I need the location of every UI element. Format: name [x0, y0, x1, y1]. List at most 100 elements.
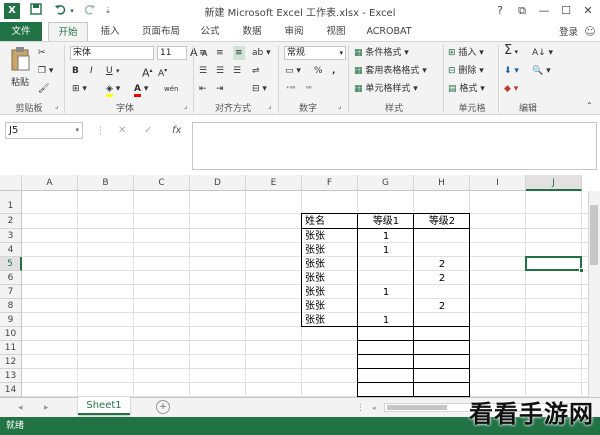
row-header-11[interactable]: 11: [0, 341, 22, 355]
enter-icon[interactable]: ✓: [144, 124, 152, 138]
row-header-8[interactable]: 8: [0, 299, 22, 313]
row-header-7[interactable]: 7: [0, 285, 22, 299]
row-header-10[interactable]: 10: [0, 327, 22, 341]
format-cells-button[interactable]: ▤ 格式 ▾: [448, 82, 485, 96]
cell-level1[interactable]: 1: [361, 286, 411, 299]
cell-level2[interactable]: 2: [417, 300, 467, 313]
hscroll-left-icon[interactable]: ◂: [372, 401, 376, 415]
format-painter-icon[interactable]: 🖌: [38, 82, 49, 96]
column-header-j[interactable]: J: [526, 175, 582, 191]
autosum-button[interactable]: Σ ▾: [504, 44, 518, 58]
minimize-icon[interactable]: —: [536, 3, 552, 19]
sheet-options-icon[interactable]: ⋮: [356, 401, 365, 415]
font-color-icon[interactable]: A ▾: [134, 82, 148, 97]
tab-file[interactable]: 文件: [0, 22, 42, 41]
align-bottom-icon[interactable]: ≡: [233, 46, 245, 60]
sheet-scroll-left-icon[interactable]: ◂: [18, 401, 23, 415]
comma-button[interactable]: ,: [332, 64, 335, 78]
tab-insert[interactable]: 插入: [90, 22, 130, 41]
column-header-f[interactable]: F: [302, 175, 358, 191]
table-header-level1[interactable]: 等级1: [361, 215, 411, 228]
clear-icon[interactable]: ◆ ▾: [504, 82, 518, 96]
decrease-decimal-icon[interactable]: ⁰⁰: [306, 82, 312, 96]
sheet-tab-sheet1[interactable]: Sheet1: [78, 397, 130, 415]
column-header-d[interactable]: D: [190, 175, 246, 191]
tab-view[interactable]: 视图: [318, 22, 354, 41]
conditional-format-button[interactable]: ▦ 条件格式 ▾: [354, 46, 409, 60]
tab-formulas[interactable]: 公式: [192, 22, 228, 41]
vertical-scroll-thumb[interactable]: [590, 205, 598, 265]
row-header-9[interactable]: 9: [0, 313, 22, 327]
increase-decimal-icon[interactable]: ⁺⁰⁰: [286, 82, 295, 96]
tab-home[interactable]: 开始: [48, 22, 88, 41]
number-format-select[interactable]: 常规 ▾: [284, 46, 346, 60]
cell-name[interactable]: 张张: [305, 230, 355, 243]
align-top-icon[interactable]: ≡: [199, 46, 207, 60]
bold-button[interactable]: B: [72, 64, 79, 78]
cell-name[interactable]: 张张: [305, 286, 355, 299]
align-center-icon[interactable]: ☰: [216, 64, 224, 78]
user-icon[interactable]: ☺: [582, 24, 598, 40]
row-header-4[interactable]: 4: [0, 243, 22, 257]
ribbon-display-icon[interactable]: ⧉: [514, 3, 530, 19]
currency-icon[interactable]: ▭ ▾: [285, 64, 301, 78]
maximize-icon[interactable]: ☐: [558, 3, 574, 19]
decrease-indent-icon[interactable]: ⇤: [199, 82, 207, 96]
column-header-g[interactable]: G: [358, 175, 414, 191]
underline-dropdown-icon[interactable]: ▾: [116, 64, 120, 78]
table-header-name[interactable]: 姓名: [305, 215, 355, 228]
sign-in-link[interactable]: 登录: [559, 24, 578, 38]
tab-acrobat[interactable]: ACROBAT: [360, 22, 418, 41]
name-box[interactable]: J5 ▾: [5, 122, 83, 139]
cell-level2[interactable]: 2: [417, 272, 467, 285]
insert-function-icon[interactable]: fx: [172, 124, 181, 138]
font-launcher-icon[interactable]: ⌟: [184, 99, 187, 113]
align-right-icon[interactable]: ☰: [233, 64, 241, 78]
tab-page-layout[interactable]: 页面布局: [134, 22, 188, 41]
number-launcher-icon[interactable]: ⌟: [338, 99, 341, 113]
column-header-i[interactable]: I: [470, 175, 526, 191]
align-left-icon[interactable]: ☰: [199, 64, 207, 78]
cell-name[interactable]: 张张: [305, 272, 355, 285]
cell-name[interactable]: 张张: [305, 300, 355, 313]
cell-level1[interactable]: 1: [361, 230, 411, 243]
shrink-font-button-2[interactable]: A▾: [158, 64, 167, 79]
percent-button[interactable]: %: [314, 64, 323, 78]
find-select-icon[interactable]: 🔍 ▾: [532, 64, 551, 78]
column-header-b[interactable]: B: [78, 175, 134, 191]
horizontal-scroll-thumb[interactable]: [387, 405, 447, 410]
column-header-a[interactable]: A: [22, 175, 78, 191]
tab-data[interactable]: 数据: [234, 22, 270, 41]
worksheet-grid[interactable]: A B C D E F G H I J 1 2 3 4 5 6 7 8 9 10 11 12 13 14 姓名 等级1 等级2 张张 1…: [0, 175, 600, 397]
cell-name[interactable]: 张张: [305, 258, 355, 271]
cell-styles-button[interactable]: ▦ 单元格样式 ▾: [354, 82, 418, 96]
increase-indent-icon[interactable]: ⇥: [216, 82, 224, 96]
italic-button[interactable]: I: [90, 64, 93, 78]
sort-filter-icon[interactable]: A↓ ▾: [532, 46, 553, 60]
clipboard-launcher-icon[interactable]: ⌟: [55, 99, 58, 113]
fill-handle[interactable]: [579, 268, 584, 273]
row-header-14[interactable]: 14: [0, 383, 22, 397]
grow-font-button-2[interactable]: A▴: [142, 64, 153, 80]
font-name-select[interactable]: 宋体: [70, 46, 154, 60]
cell-name[interactable]: 张张: [305, 244, 355, 257]
fill-color-icon[interactable]: ◈ ▾: [106, 82, 120, 97]
column-header-c[interactable]: C: [134, 175, 190, 191]
paste-button[interactable]: 粘贴: [6, 46, 34, 92]
row-header-2[interactable]: 2: [0, 214, 22, 229]
insert-cells-button[interactable]: ⊞ 插入 ▾: [448, 46, 484, 60]
row-header-13[interactable]: 13: [0, 369, 22, 383]
selected-cell-j5[interactable]: [525, 256, 582, 271]
row-header-12[interactable]: 12: [0, 355, 22, 369]
column-header-e[interactable]: E: [246, 175, 302, 191]
phonetic-icon[interactable]: wén: [164, 82, 178, 96]
font-size-select[interactable]: 11: [157, 46, 187, 60]
alignment-launcher-icon[interactable]: ⌟: [268, 99, 271, 113]
delete-cells-button[interactable]: ⊟ 删除 ▾: [448, 64, 484, 78]
table-header-level2[interactable]: 等级2: [417, 215, 467, 228]
border-icon[interactable]: ⊞ ▾: [72, 82, 87, 96]
merge-center-icon[interactable]: ⊟ ▾: [252, 82, 267, 96]
cell-level1[interactable]: 1: [361, 244, 411, 257]
fill-icon[interactable]: ⬇ ▾: [504, 64, 519, 78]
collapse-ribbon-icon[interactable]: ⌃: [586, 99, 593, 113]
